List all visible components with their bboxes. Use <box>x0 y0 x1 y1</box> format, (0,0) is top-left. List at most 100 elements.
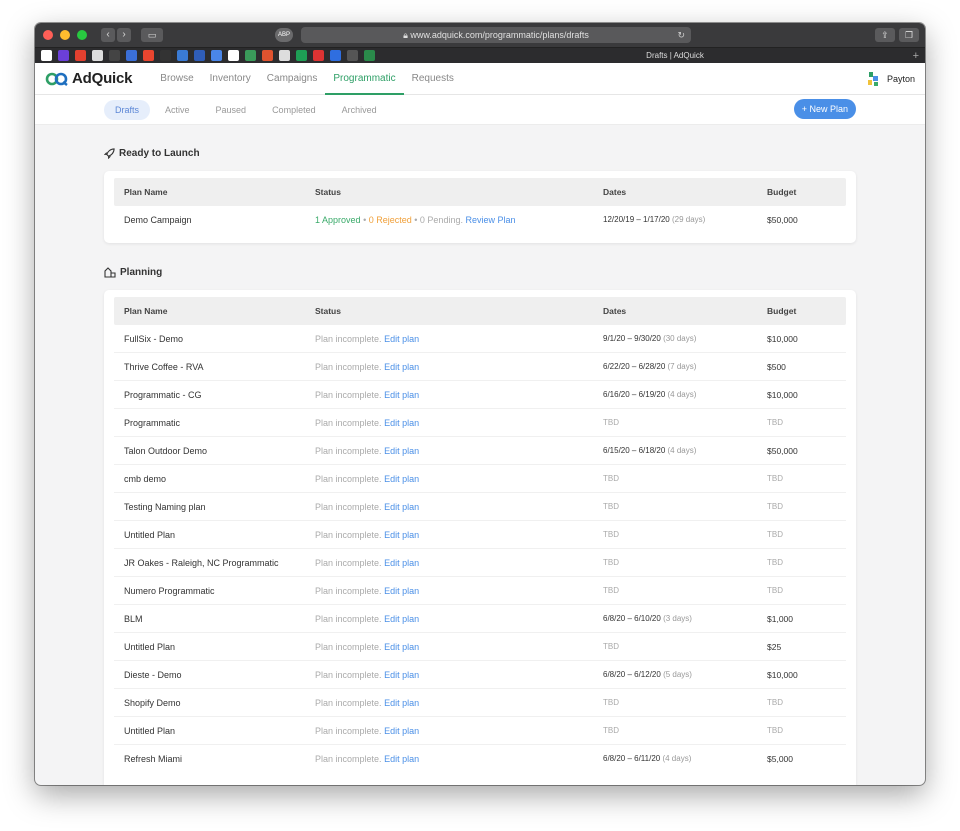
plan-name[interactable]: FullSix - Demo <box>124 325 183 353</box>
table-row[interactable]: cmb demo Plan incomplete. Edit plan TBD … <box>114 465 846 493</box>
nav-programmatic[interactable]: Programmatic <box>325 63 404 95</box>
edit-plan-link[interactable]: Edit plan <box>384 670 419 680</box>
table-row[interactable]: BLM Plan incomplete. Edit plan 6/8/20 – … <box>114 605 846 633</box>
edit-plan-link[interactable]: Edit plan <box>384 334 419 344</box>
review-plan-link[interactable]: Review Plan <box>465 215 515 225</box>
plan-name[interactable]: Programmatic <box>124 409 180 437</box>
table-row[interactable]: FullSix - Demo Plan incomplete. Edit pla… <box>114 325 846 353</box>
bookmark-icon[interactable] <box>126 50 137 61</box>
tab-paused[interactable]: Paused <box>205 100 258 120</box>
tab-archived[interactable]: Archived <box>331 100 388 120</box>
edit-plan-link[interactable]: Edit plan <box>384 614 419 624</box>
share-icon[interactable]: ⇪ <box>875 28 895 42</box>
plan-name[interactable]: Testing Naming plan <box>124 493 206 521</box>
edit-plan-link[interactable]: Edit plan <box>384 642 419 652</box>
bookmark-icon[interactable] <box>177 50 188 61</box>
plan-name[interactable]: Demo Campaign <box>124 206 192 234</box>
bookmark-icon[interactable] <box>279 50 290 61</box>
edit-plan-link[interactable]: Edit plan <box>384 362 419 372</box>
bookmark-icon[interactable] <box>296 50 307 61</box>
bookmark-icon[interactable] <box>364 50 375 61</box>
bookmark-icon[interactable] <box>228 50 239 61</box>
plan-name[interactable]: Dieste - Demo <box>124 661 182 689</box>
zoom-window-button[interactable] <box>77 30 87 40</box>
edit-plan-link[interactable]: Edit plan <box>384 390 419 400</box>
table-row[interactable]: Programmatic - CG Plan incomplete. Edit … <box>114 381 846 409</box>
col-plan-name[interactable]: Plan Name <box>124 178 167 206</box>
edit-plan-link[interactable]: Edit plan <box>384 418 419 428</box>
tab-active[interactable]: Active <box>154 100 201 120</box>
bookmark-icon[interactable] <box>160 50 171 61</box>
col-dates[interactable]: Dates <box>603 178 626 206</box>
col-status[interactable]: Status <box>315 297 341 325</box>
table-row[interactable]: Untitled Plan Plan incomplete. Edit plan… <box>114 717 846 745</box>
adblock-extension-button[interactable]: ABP <box>275 28 293 42</box>
edit-plan-link[interactable]: Edit plan <box>384 698 419 708</box>
col-plan-name[interactable]: Plan Name <box>124 297 167 325</box>
bookmark-icon[interactable] <box>143 50 154 61</box>
plan-name[interactable]: Talon Outdoor Demo <box>124 437 207 465</box>
table-row[interactable]: Thrive Coffee - RVA Plan incomplete. Edi… <box>114 353 846 381</box>
plan-name[interactable]: Programmatic - CG <box>124 381 202 409</box>
google-favicon-icon[interactable] <box>41 50 52 61</box>
table-row[interactable]: Shopify Demo Plan incomplete. Edit plan … <box>114 689 846 717</box>
nav-browse[interactable]: Browse <box>152 63 201 95</box>
edit-plan-link[interactable]: Edit plan <box>384 502 419 512</box>
col-status[interactable]: Status <box>315 178 341 206</box>
bookmark-icon[interactable] <box>109 50 120 61</box>
table-row[interactable]: Refresh Miami Plan incomplete. Edit plan… <box>114 745 846 773</box>
col-budget[interactable]: Budget <box>767 297 796 325</box>
edit-plan-link[interactable]: Edit plan <box>384 446 419 456</box>
edit-plan-link[interactable]: Edit plan <box>384 474 419 484</box>
bookmark-icon[interactable] <box>58 50 69 61</box>
col-budget[interactable]: Budget <box>767 178 796 206</box>
table-row[interactable]: Testing Naming plan Plan incomplete. Edi… <box>114 493 846 521</box>
bookmark-icon[interactable] <box>347 50 358 61</box>
edit-plan-link[interactable]: Edit plan <box>384 754 419 764</box>
bookmark-icon[interactable] <box>92 50 103 61</box>
edit-plan-link[interactable]: Edit plan <box>384 530 419 540</box>
plan-name[interactable]: Numero Programmatic <box>124 577 215 605</box>
nav-requests[interactable]: Requests <box>404 63 462 95</box>
close-window-button[interactable] <box>43 30 53 40</box>
tab-drafts[interactable]: Drafts <box>104 99 151 120</box>
plan-name[interactable]: JR Oakes - Raleigh, NC Programmatic <box>124 549 279 577</box>
adquick-logo[interactable]: AdQuick <box>45 70 132 87</box>
new-plan-button[interactable]: + New Plan <box>793 99 856 119</box>
forward-button[interactable]: › <box>117 28 131 42</box>
tab-completed[interactable]: Completed <box>261 100 327 120</box>
tab-title[interactable]: Drafts | AdQuick <box>615 48 735 64</box>
edit-plan-link[interactable]: Edit plan <box>384 558 419 568</box>
edit-plan-link[interactable]: Edit plan <box>384 726 419 736</box>
table-row[interactable]: Talon Outdoor Demo Plan incomplete. Edit… <box>114 437 846 465</box>
plan-name[interactable]: Untitled Plan <box>124 717 175 745</box>
bookmark-icon[interactable] <box>194 50 205 61</box>
new-tab-icon[interactable]: + <box>913 48 919 64</box>
minimize-window-button[interactable] <box>60 30 70 40</box>
plan-name[interactable]: Untitled Plan <box>124 633 175 661</box>
plan-name[interactable]: cmb demo <box>124 465 166 493</box>
user-menu[interactable]: Payton <box>867 71 915 87</box>
table-row[interactable]: Untitled Plan Plan incomplete. Edit plan… <box>114 521 846 549</box>
table-row[interactable]: Demo Campaign 1 Approved • 0 Rejected • … <box>114 206 846 234</box>
table-row[interactable]: Untitled Plan Plan incomplete. Edit plan… <box>114 633 846 661</box>
plan-name[interactable]: Untitled Plan <box>124 521 175 549</box>
bookmark-icon[interactable] <box>313 50 324 61</box>
col-dates[interactable]: Dates <box>603 297 626 325</box>
table-row[interactable]: Numero Programmatic Plan incomplete. Edi… <box>114 577 846 605</box>
bookmark-icon[interactable] <box>245 50 256 61</box>
plan-name[interactable]: Shopify Demo <box>124 689 181 717</box>
back-button[interactable]: ‹ <box>101 28 115 42</box>
sidebar-toggle-icon[interactable]: ▭ <box>141 28 163 42</box>
bookmark-icon[interactable] <box>75 50 86 61</box>
edit-plan-link[interactable]: Edit plan <box>384 586 419 596</box>
plan-name[interactable]: Thrive Coffee - RVA <box>124 353 204 381</box>
table-row[interactable]: Programmatic Plan incomplete. Edit plan … <box>114 409 846 437</box>
bookmark-icon[interactable] <box>262 50 273 61</box>
reload-icon[interactable]: ↻ <box>677 27 685 43</box>
bookmark-icon[interactable] <box>211 50 222 61</box>
plan-name[interactable]: Refresh Miami <box>124 745 182 773</box>
nav-campaigns[interactable]: Campaigns <box>259 63 326 95</box>
nav-inventory[interactable]: Inventory <box>202 63 259 95</box>
table-row[interactable]: Dieste - Demo Plan incomplete. Edit plan… <box>114 661 846 689</box>
